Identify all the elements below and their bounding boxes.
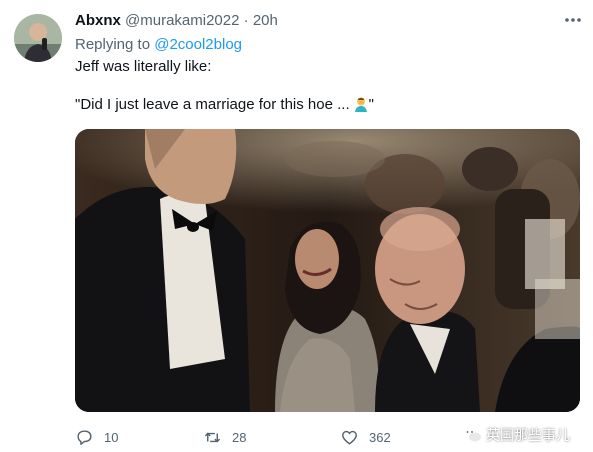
- reply-button[interactable]: 10: [75, 426, 118, 448]
- reply-count: 10: [104, 429, 119, 445]
- like-count: 362: [369, 429, 391, 445]
- retweet-count: 28: [232, 429, 247, 445]
- replying-to-link[interactable]: @2cool2blog: [154, 36, 242, 53]
- tweet-media-image[interactable]: [75, 129, 580, 412]
- tweet-quote-end: ": [368, 96, 374, 113]
- separator-dot: ·: [243, 12, 249, 29]
- watermark-text: 英国那些事儿: [486, 427, 570, 443]
- tweet-text-line2: "Did I just leave a marriage for this ho…: [75, 95, 374, 115]
- retweet-button[interactable]: 28: [203, 426, 246, 448]
- tweet-header: Abxnx @murakami2022 · 20h: [75, 11, 278, 31]
- wechat-watermark: 英国那些事儿: [462, 424, 570, 446]
- replying-to: Replying to @2cool2blog: [75, 35, 242, 55]
- avatar-image: [14, 14, 62, 62]
- author-name[interactable]: Abxnx: [75, 12, 121, 29]
- author-avatar[interactable]: [14, 14, 62, 62]
- tweet-time[interactable]: 20h: [253, 12, 278, 29]
- party-photo: [75, 129, 580, 412]
- wechat-logo-icon: [463, 427, 481, 442]
- man-facepalming-emoji-icon: [353, 96, 369, 112]
- tweet-quote-text: "Did I just leave a marriage for this ho…: [75, 96, 350, 113]
- author-handle[interactable]: @murakami2022: [125, 12, 239, 29]
- reply-icon: [77, 429, 92, 445]
- more-options-icon[interactable]: [562, 9, 584, 31]
- heart-icon: [342, 430, 357, 445]
- tweet-text-line1: Jeff was literally like:: [75, 58, 212, 75]
- retweet-icon: [204, 432, 221, 442]
- like-button[interactable]: 362: [340, 426, 391, 448]
- replying-prefix: Replying to: [75, 36, 151, 53]
